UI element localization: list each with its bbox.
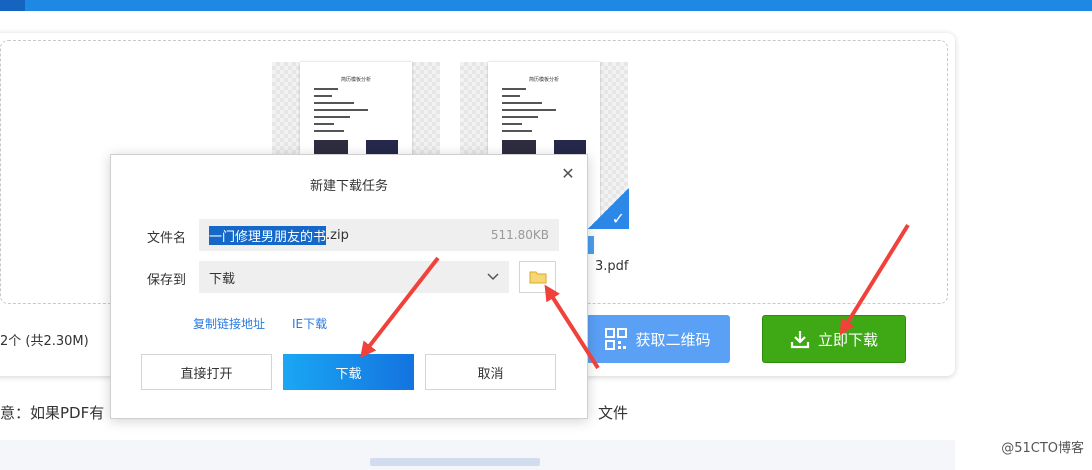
bottom-panel [0, 440, 955, 470]
file-name-label: 3.pdf [595, 259, 629, 274]
preview-title: 简历模板分析 [340, 77, 371, 83]
close-icon[interactable]: ✕ [559, 165, 577, 183]
selected-badge: ✓ [588, 188, 629, 229]
preview-line [314, 95, 332, 97]
filename-label: 文件名 [147, 231, 187, 246]
save-to-label: 保存到 [147, 273, 187, 288]
get-qr-code-button[interactable]: 获取二维码 [586, 315, 730, 363]
preview-line [314, 116, 350, 118]
download-now-label: 立即下载 [817, 330, 878, 349]
chevron-down-icon [487, 270, 499, 284]
preview-line [502, 116, 538, 118]
preview-title: 简历模板分析 [528, 77, 559, 83]
preview-line [314, 88, 338, 90]
watermark: @51CTO博客 [1001, 441, 1084, 456]
preview-line [314, 123, 334, 125]
filename-input[interactable]: 一门修理男朋友的书 .zip 511.80KB [199, 219, 559, 251]
preview-line [502, 95, 520, 97]
new-download-dialog: 新建下载任务 ✕ 文件名 一门修理男朋友的书 .zip 511.80KB 保存到… [110, 154, 588, 419]
preview-line [314, 130, 344, 132]
preview-line [502, 88, 526, 90]
preview-line [502, 130, 532, 132]
qr-button-label: 获取二维码 [635, 330, 711, 349]
download-button[interactable]: 下载 [283, 354, 414, 390]
filename-selected-text: 一门修理男朋友的书 [209, 225, 327, 245]
file-type-tag [588, 236, 594, 254]
preview-line [314, 102, 354, 104]
cancel-button[interactable]: 取消 [425, 354, 556, 390]
check-icon: ✓ [611, 209, 625, 228]
notice-suffix: 文件 [598, 404, 629, 422]
ie-download-link[interactable]: IE下载 [292, 315, 327, 332]
open-directly-button[interactable]: 直接打开 [141, 354, 272, 390]
save-location-value: 下载 [209, 271, 236, 287]
files-summary: 2个 (共2.30M) [0, 334, 89, 349]
file-size: 511.80KB [490, 228, 549, 242]
copy-link-address[interactable]: 复制链接地址 [193, 315, 265, 332]
preview-line [314, 109, 368, 111]
folder-icon [529, 271, 546, 284]
top-bar-active-tab[interactable] [0, 0, 25, 11]
download-icon [790, 331, 810, 349]
qr-code-icon [605, 328, 628, 350]
preview-line [502, 102, 542, 104]
download-now-button[interactable]: 立即下载 [762, 315, 906, 363]
preview-line [502, 123, 522, 125]
preview-line [502, 109, 556, 111]
top-bar [0, 0, 1092, 11]
notice-text: 意：如果PDF有 文件 [0, 402, 628, 423]
dialog-title: 新建下载任务 [309, 179, 388, 194]
browse-folder-button[interactable] [519, 261, 556, 293]
filename-extension: .zip [326, 227, 349, 243]
save-location-select[interactable]: 下载 [199, 261, 509, 293]
notice-prefix: 意：如果PDF有 [0, 404, 105, 422]
